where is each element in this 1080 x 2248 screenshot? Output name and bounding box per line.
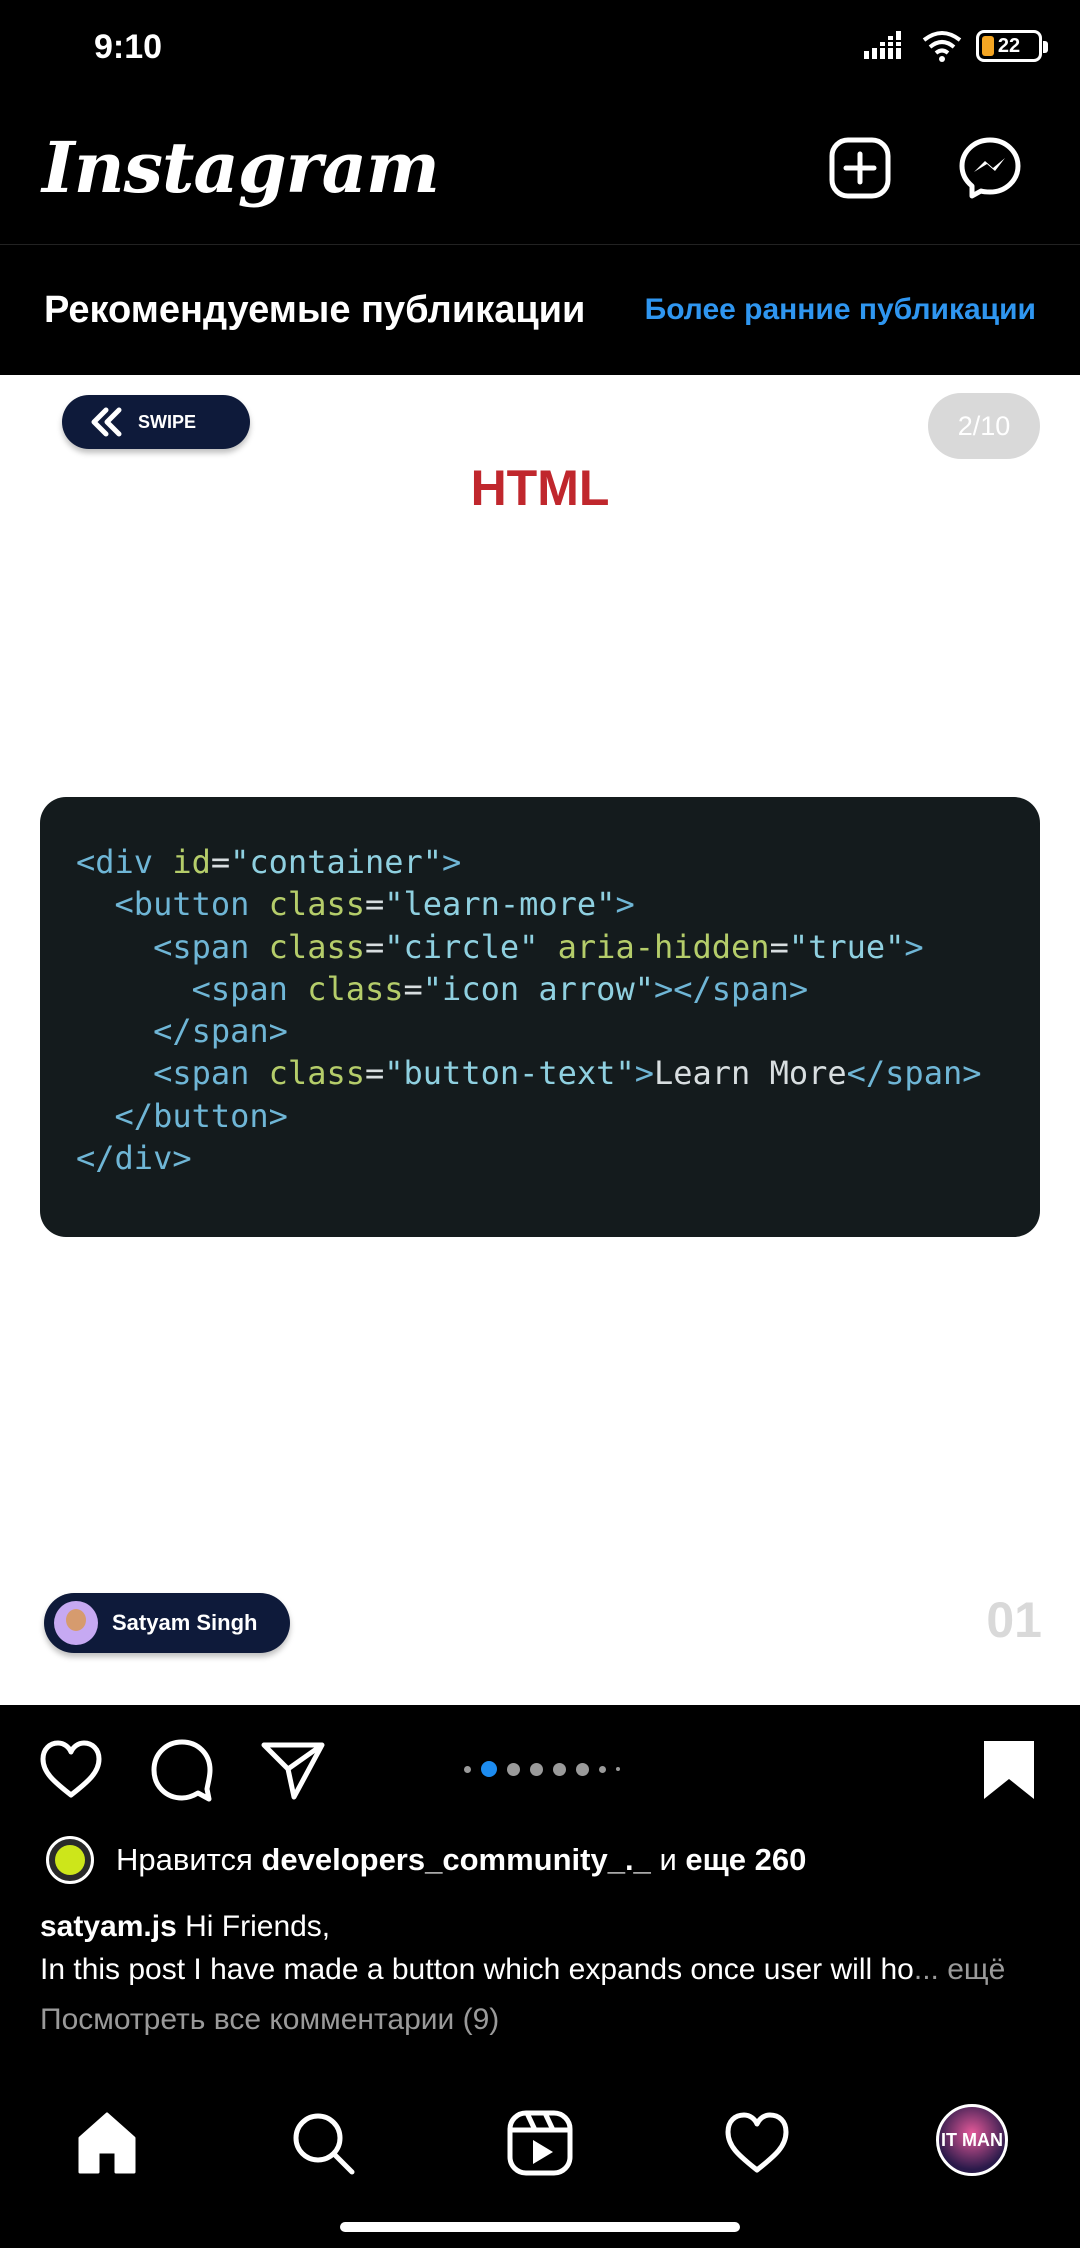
comment-icon[interactable] — [149, 1737, 215, 1803]
caption-line2: In this post I have made a button which … — [40, 1953, 914, 1986]
search-icon[interactable] — [288, 2108, 358, 2178]
heart-icon[interactable] — [38, 1737, 104, 1803]
post-carousel-slide[interactable]: SWIPE 2/10 HTML <div id="container"> <bu… — [0, 375, 1080, 1705]
code-line: </div> — [76, 1139, 192, 1178]
app-header: Instagram — [0, 100, 1080, 245]
code-line: <span class="button-text">Learn More</sp… — [153, 1054, 982, 1093]
signal-icon — [864, 31, 904, 59]
swipe-label: SWIPE — [138, 411, 197, 432]
bottom-navigation: IT MAN — [0, 2068, 1080, 2248]
bookmark-icon[interactable] — [976, 1737, 1042, 1803]
profile-initials: IT MAN — [941, 2129, 1003, 2150]
battery-level: 22 — [997, 34, 1021, 57]
likes-text: Нравится developers_community_._ и еще 2… — [116, 1842, 807, 1877]
plus-square-icon[interactable] — [828, 136, 892, 200]
feed-title: Рекомендуемые публикации — [44, 289, 586, 331]
wifi-icon — [922, 31, 962, 62]
carousel-dot — [599, 1765, 606, 1773]
double-chevron-left-icon — [91, 407, 122, 437]
reels-icon[interactable] — [505, 2108, 575, 2178]
code-line: </span> — [153, 1012, 288, 1051]
post-actions — [0, 1705, 1080, 1825]
code-line: <span class="circle" aria-hidden="true"> — [153, 927, 924, 966]
caption-more[interactable]: ещё — [947, 1953, 1005, 1986]
profile-avatar[interactable]: IT MAN — [936, 2104, 1008, 2176]
slide-number: 01 — [986, 1592, 1042, 1648]
messenger-icon[interactable] — [958, 136, 1022, 200]
older-posts-link[interactable]: Более ранние публикации — [645, 293, 1036, 327]
view-comments-link[interactable]: Посмотреть все комментарии (9) — [40, 2003, 499, 2037]
status-time: 9:10 — [94, 28, 163, 66]
carousel-dot — [576, 1762, 589, 1776]
carousel-dot — [481, 1761, 497, 1777]
code-block: <div id="container"> <button class="lear… — [40, 797, 1040, 1237]
status-bar: 9:10 22 — [0, 0, 1080, 100]
liker-avatar[interactable] — [46, 1836, 94, 1884]
slide-title: HTML — [470, 460, 610, 516]
carousel-dot — [507, 1762, 520, 1776]
carousel-dot — [553, 1762, 566, 1776]
code-line: <button class="learn-more"> — [114, 885, 635, 924]
caption-line1: Hi Friends, — [185, 1910, 331, 1943]
likes-summary[interactable]: Нравится developers_community_._ и еще 2… — [46, 1836, 806, 1884]
home-indicator[interactable] — [340, 2222, 740, 2232]
author-avatar — [54, 1601, 98, 1645]
code-line: </button> — [114, 1096, 288, 1135]
carousel-indicator — [464, 1761, 620, 1777]
instagram-logo[interactable]: Instagram — [42, 126, 440, 209]
carousel-dot — [464, 1765, 471, 1773]
activity-heart-icon[interactable] — [722, 2108, 792, 2178]
carousel-counter: 2/10 — [928, 393, 1040, 459]
status-icons: 22 — [864, 30, 1048, 62]
code-line: <div id="container"> — [76, 843, 462, 881]
home-icon[interactable] — [72, 2108, 142, 2178]
author-name: Satyam Singh — [112, 1610, 258, 1635]
battery-icon: 22 — [976, 30, 1048, 62]
carousel-dot — [616, 1767, 620, 1771]
send-icon[interactable] — [260, 1737, 326, 1803]
carousel-dot — [530, 1762, 543, 1776]
caption-username[interactable]: satyam.js — [40, 1910, 177, 1943]
feed-header: Рекомендуемые публикации Более ранние пу… — [0, 245, 1080, 375]
author-badge: Satyam Singh — [44, 1593, 290, 1653]
swipe-badge: SWIPE — [62, 395, 250, 449]
post-caption: satyam.js Hi Friends, In this post I hav… — [40, 1910, 1006, 1986]
code-line: <span class="icon arrow"></span> — [191, 969, 809, 1008]
